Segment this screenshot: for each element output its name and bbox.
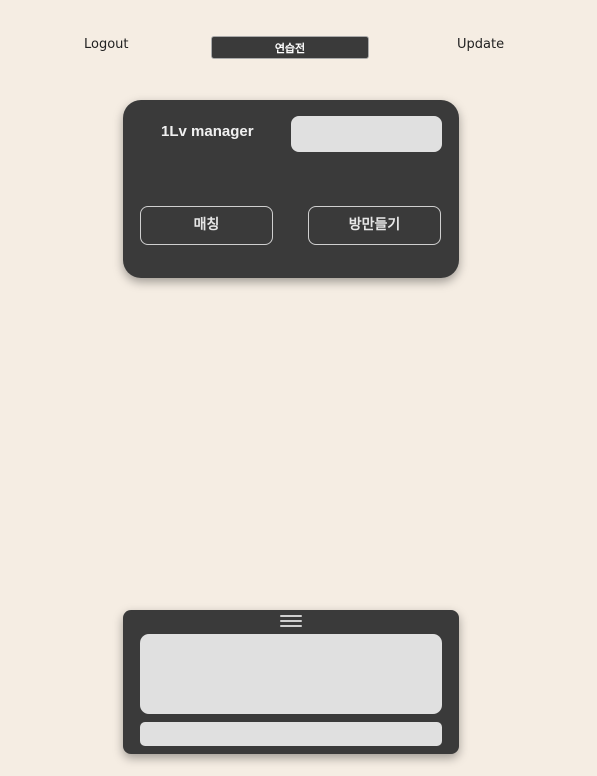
status-box (291, 116, 442, 152)
username-label: 1Lv manager (161, 123, 254, 140)
update-link[interactable]: Update (457, 37, 504, 53)
chat-log (140, 634, 442, 714)
chat-panel (123, 610, 459, 754)
profile-card: 1Lv manager 매칭 방만들기 (123, 100, 459, 278)
match-button[interactable]: 매칭 (140, 206, 273, 245)
logout-link[interactable]: Logout (84, 37, 129, 53)
chat-input[interactable] (140, 722, 442, 746)
hamburger-menu-icon[interactable] (280, 615, 302, 629)
mode-badge[interactable]: 연습전 (211, 36, 369, 59)
create-room-button[interactable]: 방만들기 (308, 206, 441, 245)
